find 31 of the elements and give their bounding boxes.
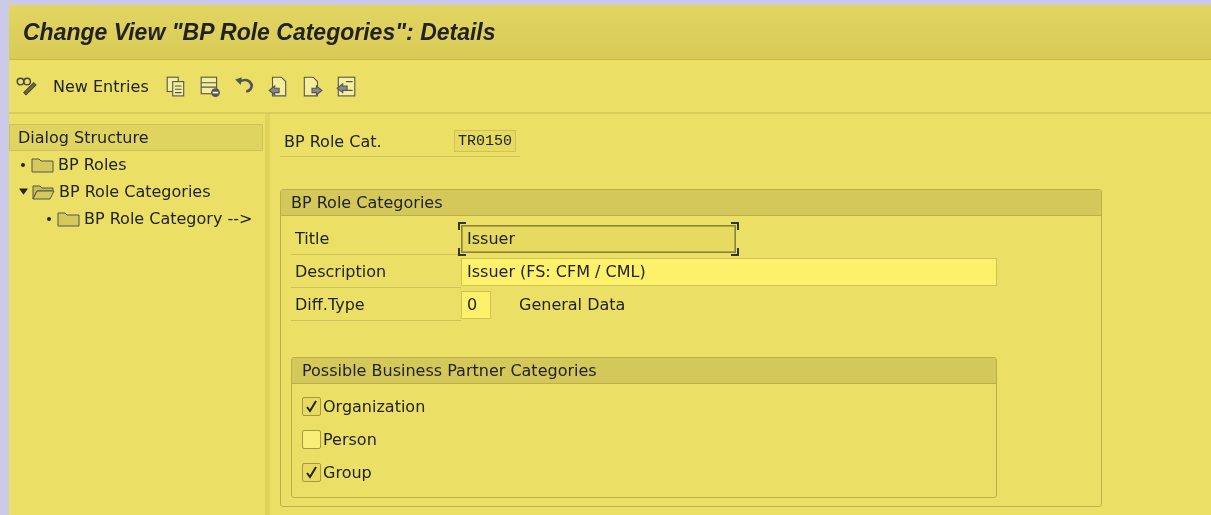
window-title: Change View "BP Role Categories": Details (9, 5, 1211, 60)
checkbox[interactable] (302, 397, 321, 416)
input-field[interactable]: Issuer (461, 224, 736, 253)
glasses-pencil-icon[interactable] (15, 75, 37, 97)
input-field[interactable]: 0 (461, 290, 491, 319)
field-description: General Data (519, 295, 626, 314)
new-entries-button[interactable]: New Entries (49, 74, 153, 98)
delete-row-icon[interactable] (198, 75, 221, 97)
tree-item[interactable]: BP Roles (58, 155, 127, 174)
checkbox[interactable] (302, 430, 321, 449)
input-field[interactable]: Issuer (FS: CFM / CML) (461, 257, 997, 286)
checkbox[interactable] (302, 463, 321, 482)
tree-item[interactable]: BP Role Categories (59, 182, 211, 201)
select-block-icon[interactable] (334, 75, 357, 97)
copy-icon[interactable] (164, 75, 187, 97)
expanded-triangle-icon[interactable] (19, 187, 28, 196)
checkbox-label: Person (323, 430, 377, 449)
bullet-icon (19, 160, 27, 169)
field-label: BP Role Cat. (283, 131, 383, 151)
group-title: BP Role Categories (281, 190, 1101, 216)
input-field[interactable]: TR0150 (454, 130, 516, 152)
folder-icon (57, 210, 80, 227)
tree-item[interactable]: BP Role Category --> (84, 209, 253, 228)
open-folder-icon (32, 183, 55, 200)
previous-page-icon[interactable] (266, 75, 289, 97)
folder-icon (31, 156, 54, 173)
bullet-icon (45, 214, 53, 223)
checkbox-label: Group (323, 463, 372, 482)
panel-header: Dialog Structure (9, 124, 263, 151)
checkbox-label: Organization (323, 397, 426, 416)
group-title: Possible Business Partner Categories (292, 358, 996, 384)
